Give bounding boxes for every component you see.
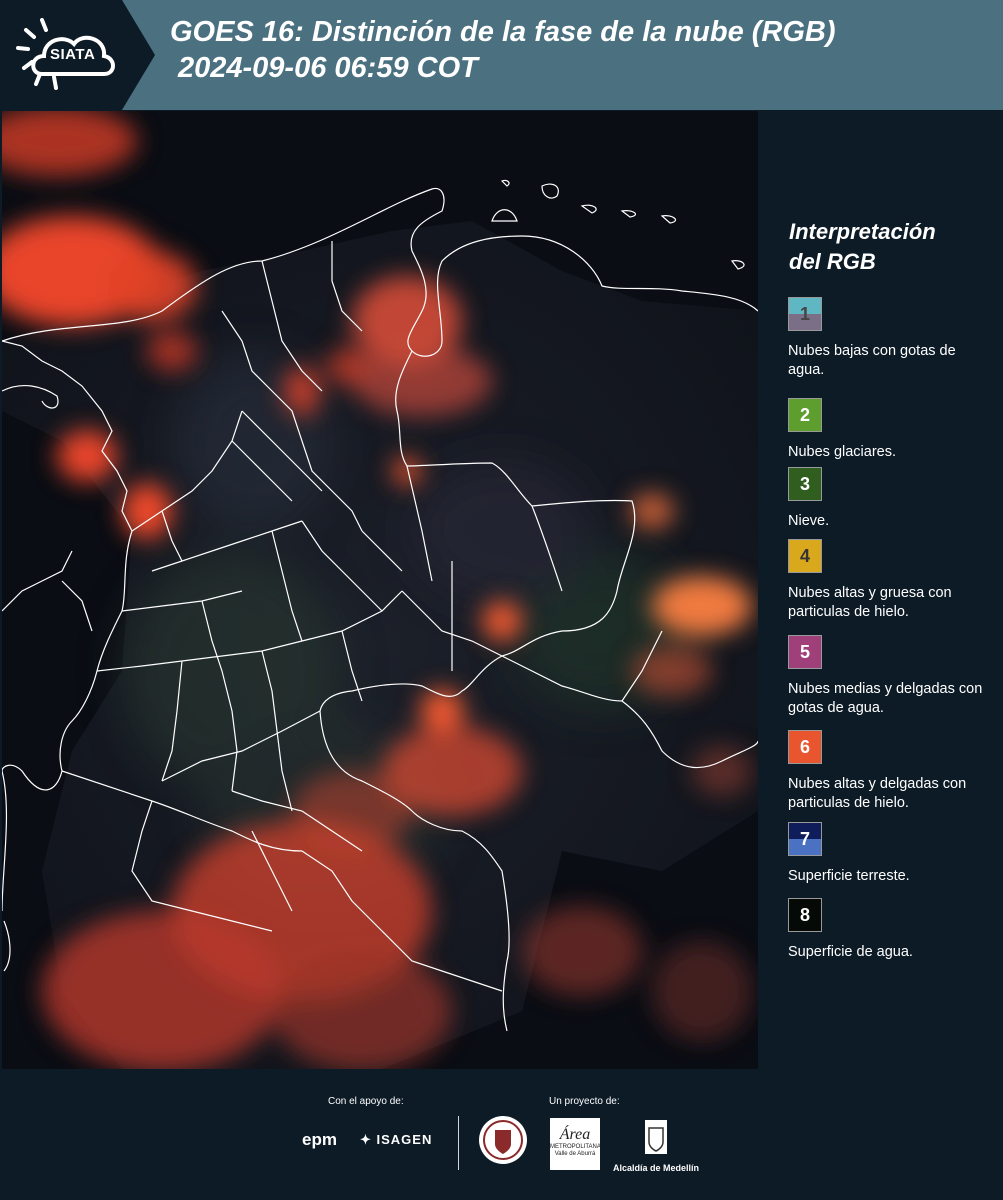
legend-item-7: 7 Superficie terreste. (788, 822, 993, 886)
legend-number: 7 (799, 829, 810, 849)
logo-text: SIATA (50, 46, 96, 63)
legend-swatch: 7 (788, 822, 822, 856)
legend-swatch: 8 (788, 898, 822, 932)
legend-number: 5 (799, 642, 810, 662)
legend-swatch: 2 (788, 398, 822, 432)
legend-number: 4 (799, 546, 810, 566)
legend-label: Nubes altas y gruesa con particulas de h… (788, 585, 952, 620)
legend-number: 8 (799, 905, 810, 925)
isagen-logo: ✦ ISAGEN (360, 1132, 432, 1148)
medellin-seal-icon (479, 1116, 527, 1164)
legend-item-8: 8 Superficie de agua. (788, 898, 993, 962)
legend-label: Nubes glaciares. (788, 444, 896, 460)
legend-item-4: 4 Nubes altas y gruesa con particulas de … (788, 539, 993, 622)
legend-swatch: 5 (788, 635, 822, 669)
legend-swatch: 1 (788, 297, 822, 331)
legend-number: 3 (799, 474, 810, 494)
legend-number: 2 (799, 405, 810, 425)
legend-item-5: 5 Nubes medias y delgadas con gotas de ag… (788, 635, 993, 718)
header: SIATA GOES 16: Distinción de la fase de … (0, 0, 1003, 110)
legend-item-1: 1 Nubes bajas con gotas de agua. (788, 297, 993, 380)
title-line-2: 2024-09-06 06:59 COT (178, 52, 478, 84)
alcaldia-name: Alcaldía de Medellín (612, 1163, 700, 1173)
legend-title-line-1: Interpretación (789, 219, 936, 244)
legend-label: Superficie de agua. (788, 944, 913, 960)
isagen-mark-icon: ✦ (360, 1132, 377, 1147)
epm-logo: epm (302, 1130, 337, 1149)
title-line-1: GOES 16: Distinción de la fase de la nub… (170, 16, 836, 48)
legend-item-6: 6 Nubes altas y delgadas con particulas d… (788, 730, 993, 813)
alcaldia-crest-icon (645, 1120, 667, 1154)
legend-label: Nubes bajas con gotas de agua. (788, 343, 956, 378)
page-title: GOES 16: Distinción de la fase de la nub… (170, 14, 836, 86)
legend-label: Nubes medias y delgadas con gotas de agu… (788, 681, 983, 716)
legend-title-line-2: del RGB (789, 249, 876, 274)
legend-number: 6 (799, 737, 810, 757)
logo-block: SIATA (0, 0, 155, 110)
legend-label: Superficie terreste. (788, 868, 910, 884)
project-label: Un proyecto de: (549, 1096, 620, 1107)
legend-label: Nubes altas y delgadas con particulas de… (788, 776, 967, 811)
legend-label: Nieve. (788, 513, 830, 529)
legend-item-2: 2 Nubes glaciares. (788, 398, 993, 462)
area-logo-subtitle: METROPOLITANA Valle de Aburrá (550, 1144, 601, 1157)
legend-title: Interpretación del RGB (789, 217, 989, 277)
alcaldia-logo: Alcaldía de Medellín (611, 1118, 701, 1173)
area-logo-name: Área (559, 1126, 591, 1143)
legend-swatch: 3 (788, 467, 822, 501)
support-label: Con el apoyo de: (328, 1096, 404, 1107)
footer-divider (458, 1116, 459, 1170)
legend-number: 1 (799, 304, 810, 324)
satellite-image (2, 111, 758, 1069)
legend-swatch: 6 (788, 730, 822, 764)
area-metropolitana-logo: Área METROPOLITANA Valle de Aburrá (550, 1118, 601, 1170)
footer: Con el apoyo de: epm ✦ ISAGEN Un proyect… (0, 1070, 1003, 1200)
rgb-legend: Interpretación del RGB 1 Nubes bajas con … (760, 111, 1003, 1069)
legend-swatch: 4 (788, 539, 822, 573)
satellite-map (2, 111, 758, 1069)
isagen-text: ISAGEN (376, 1132, 433, 1147)
legend-item-3: 3 Nieve. (788, 467, 993, 531)
